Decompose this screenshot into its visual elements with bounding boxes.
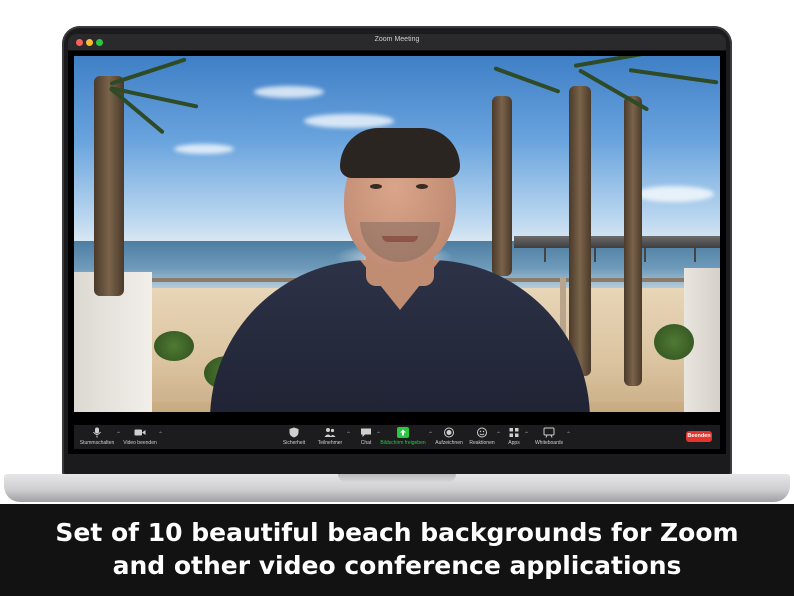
video-options-chevron-icon[interactable]: ⌃	[158, 431, 163, 438]
participants-options-chevron-icon[interactable]: ⌃	[346, 431, 351, 438]
pier-leg	[694, 248, 696, 262]
chat-icon	[360, 427, 372, 438]
pier-leg	[594, 248, 596, 262]
record-label: Aufzeichnen	[435, 440, 463, 446]
apps-icon	[508, 427, 520, 438]
window-title: Zoom Meeting	[374, 36, 420, 43]
whiteboards-button[interactable]: Whiteboards	[534, 427, 564, 446]
whiteboards-options-chevron-icon[interactable]: ⌃	[566, 431, 571, 438]
shrub	[154, 331, 194, 361]
participants-button[interactable]: Teilnehmer	[316, 427, 344, 446]
participants-label: Teilnehmer	[317, 440, 343, 446]
video-feed	[74, 56, 720, 412]
shield-icon	[288, 427, 300, 438]
microphone-icon	[91, 427, 103, 438]
reactions-button[interactable]: Reaktionen	[468, 427, 496, 446]
stop-video-button[interactable]: Video beenden	[122, 427, 158, 446]
mute-label: Stummschalten	[79, 440, 115, 446]
security-label: Sicherheit	[282, 440, 306, 446]
share-screen-icon	[397, 427, 409, 438]
mute-button[interactable]: Stummschalten	[78, 427, 116, 446]
palm-trunk	[624, 96, 642, 386]
share-screen-label: Bildschirm freigeben	[380, 440, 426, 446]
palm-trunk	[94, 76, 124, 296]
participants-icon	[324, 427, 336, 438]
pier-leg	[644, 248, 646, 262]
video-camera-icon	[134, 427, 146, 438]
title-bar: Zoom Meeting	[68, 34, 726, 51]
reactions-label: Reaktionen	[469, 440, 495, 446]
whiteboard-icon	[543, 427, 555, 438]
apps-label: Apps	[508, 440, 520, 446]
participant-mouth	[382, 236, 418, 242]
caption-line-1: Set of 10 beautiful beach backgrounds fo…	[55, 518, 739, 547]
whiteboards-label: Whiteboards	[534, 440, 564, 446]
participant-eye	[370, 184, 382, 189]
shrub	[654, 324, 694, 360]
share-screen-button[interactable]: Bildschirm freigeben	[380, 427, 426, 446]
apps-button[interactable]: Apps	[506, 427, 522, 446]
laptop-notch	[338, 474, 456, 482]
security-button[interactable]: Sicherheit	[282, 427, 306, 446]
participant-hair	[340, 128, 460, 178]
chat-label: Chat	[360, 440, 372, 446]
zoom-window: Zoom Meeting Stummschalten ⌃ Video beend…	[68, 34, 726, 454]
reactions-icon	[476, 427, 488, 438]
end-meeting-button[interactable]: Beenden	[686, 431, 712, 442]
share-options-chevron-icon[interactable]: ⌃	[428, 431, 433, 438]
participant-video	[210, 94, 590, 412]
apps-options-chevron-icon[interactable]: ⌃	[524, 431, 529, 438]
meeting-toolbar: Stummschalten ⌃ Video beenden ⌃ Sicherhe…	[74, 425, 720, 449]
caption-line-2: and other video conference applications	[112, 551, 682, 580]
mute-options-chevron-icon[interactable]: ⌃	[116, 431, 121, 438]
reactions-options-chevron-icon[interactable]: ⌃	[496, 431, 501, 438]
stop-video-label: Video beenden	[123, 440, 157, 446]
participant-eye	[416, 184, 428, 189]
record-button[interactable]: Aufzeichnen	[434, 427, 464, 446]
chat-button[interactable]: Chat	[358, 427, 374, 446]
record-icon	[443, 427, 455, 438]
cloud	[634, 186, 714, 202]
